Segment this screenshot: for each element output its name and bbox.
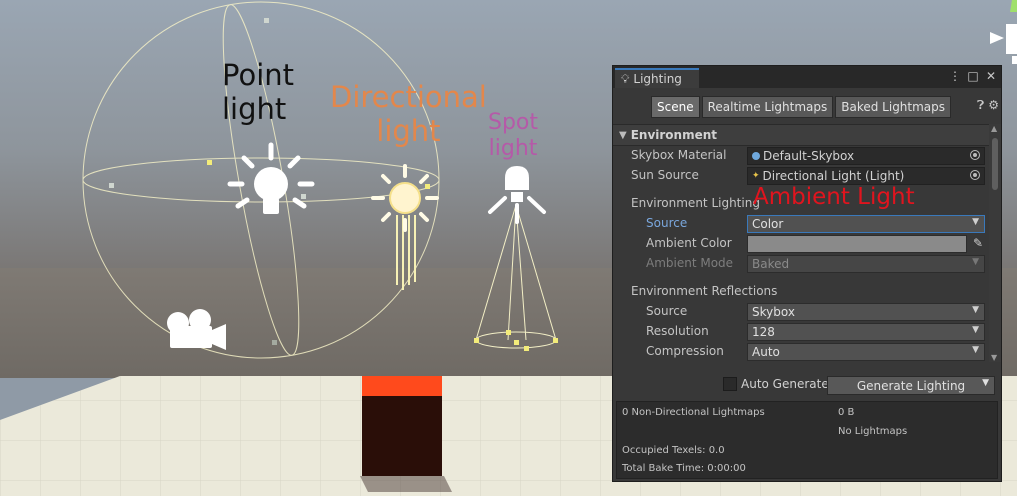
- compression-dropdown[interactable]: Auto ▼: [747, 343, 985, 361]
- environment-lighting-row: Environment Lighting Ambient Light: [613, 184, 989, 213]
- skybox-material-label: Skybox Material: [631, 148, 727, 162]
- compression-row: Compression Auto ▼: [613, 343, 989, 361]
- lighting-source-row: Source Color ▼: [613, 215, 989, 233]
- window-title: Lighting: [633, 72, 682, 86]
- resolution-label: Resolution: [646, 324, 709, 338]
- environment-section-label: Environment: [630, 128, 718, 142]
- point-annotation-line2: light: [222, 92, 287, 127]
- scroll-up-icon[interactable]: ▲: [991, 124, 997, 133]
- material-icon: [752, 152, 760, 160]
- environment-lighting-label: Environment Lighting: [631, 196, 760, 210]
- compression-value: Auto: [752, 345, 780, 359]
- point-annotation-line1: Point: [222, 58, 295, 92]
- directional-light-annotation: Directional light: [330, 80, 487, 148]
- chevron-down-icon: ▼: [972, 345, 979, 355]
- spot-annotation-line1: Spot: [488, 110, 539, 135]
- compression-label: Compression: [646, 344, 724, 358]
- skybox-material-value: Default-Skybox: [763, 149, 855, 163]
- lighting-window-tab[interactable]: 💡︎ Lighting: [615, 68, 699, 88]
- tab-realtime-lightmaps[interactable]: Realtime Lightmaps: [701, 96, 834, 118]
- floor-plane: [0, 376, 640, 496]
- ambient-light-annotation: Ambient Light: [753, 184, 915, 210]
- directional-annotation-line2: light: [376, 114, 441, 149]
- environment-section-header[interactable]: ▼ Environment: [613, 124, 989, 146]
- ambient-color-row: Ambient Color ✎: [613, 235, 989, 253]
- ambient-color-field[interactable]: [747, 235, 967, 253]
- directional-annotation-line1: Directional: [330, 80, 487, 114]
- skybox-material-field[interactable]: Default-Skybox: [747, 147, 985, 165]
- total-bake-time: Total Bake Time: 0:00:00: [622, 463, 746, 474]
- auto-generate-checkbox[interactable]: [723, 377, 737, 391]
- reflection-source-row: Source Skybox ▼: [613, 303, 989, 321]
- object-picker-icon[interactable]: [970, 150, 980, 160]
- reflection-source-label: Source: [646, 304, 688, 318]
- lighting-window: 💡︎ Lighting ⋮ □ ✕ Scene Realtime Lightma…: [612, 65, 1002, 482]
- sun-source-field[interactable]: ✦ Directional Light (Light): [747, 167, 985, 185]
- window-title-bar: 💡︎ Lighting ⋮ □ ✕: [613, 66, 1001, 88]
- point-light-annotation: Point light: [222, 58, 294, 126]
- resolution-value: 128: [752, 325, 775, 339]
- maximize-icon[interactable]: □: [967, 69, 979, 83]
- occupied-texels: Occupied Texels: 0.0: [622, 445, 725, 456]
- lighting-tabs: Scene Realtime Lightmaps Baked Lightmaps: [651, 96, 952, 118]
- reflection-source-dropdown[interactable]: Skybox ▼: [747, 303, 985, 321]
- gear-icon[interactable]: ⚙︎: [988, 98, 999, 113]
- eyedropper-icon[interactable]: ✎: [973, 236, 983, 250]
- chevron-down-icon: ▼: [972, 257, 979, 267]
- chevron-down-icon: ▼: [972, 217, 979, 227]
- resolution-row: Resolution 128 ▼: [613, 323, 989, 341]
- close-icon[interactable]: ✕: [985, 69, 997, 83]
- skybox-material-row: Skybox Material Default-Skybox: [613, 147, 989, 165]
- ambient-mode-dropdown: Baked ▼: [747, 255, 985, 273]
- ambient-mode-label: Ambient Mode: [646, 256, 734, 270]
- scroll-down-icon[interactable]: ▼: [991, 353, 997, 362]
- cube[interactable]: [360, 376, 452, 492]
- object-picker-icon[interactable]: [970, 170, 980, 180]
- ambient-mode-row: Ambient Mode Baked ▼: [613, 255, 989, 273]
- sun-source-label: Sun Source: [631, 168, 699, 182]
- lighting-source-dropdown[interactable]: Color ▼: [747, 215, 985, 233]
- no-lightmaps-text: No Lightmaps: [838, 426, 908, 437]
- lightmap-stats: 0 Non-Directional Lightmaps 0 B No Light…: [616, 401, 998, 479]
- spot-light-annotation: Spot light: [488, 110, 538, 162]
- lighting-source-label: Source: [646, 216, 688, 230]
- light-icon: ✦: [752, 171, 760, 181]
- lightmap-size: 0 B: [838, 407, 855, 418]
- tab-scene[interactable]: Scene: [651, 96, 700, 118]
- auto-generate-label: Auto Generate: [741, 377, 829, 391]
- ambient-color-label: Ambient Color: [646, 236, 732, 250]
- tab-baked-lightmaps[interactable]: Baked Lightmaps: [835, 96, 952, 118]
- generate-lighting-label: Generate Lighting: [856, 378, 966, 393]
- chevron-down-icon: ▼: [972, 325, 979, 335]
- environment-reflections-row: Environment Reflections: [613, 283, 989, 301]
- more-options-icon[interactable]: ⋮: [949, 69, 961, 83]
- reflection-source-value: Skybox: [752, 305, 795, 319]
- scrollbar-thumb[interactable]: [992, 138, 998, 190]
- resolution-dropdown[interactable]: 128 ▼: [747, 323, 985, 341]
- lightbulb-icon: 💡︎: [621, 71, 630, 86]
- foldout-expanded-icon: ▼: [619, 129, 627, 141]
- chevron-down-icon: ▼: [972, 305, 979, 315]
- inspector-scrollbar[interactable]: ▲ ▼: [989, 124, 1001, 362]
- sun-source-row: Sun Source ✦ Directional Light (Light): [613, 167, 989, 185]
- auto-generate-toggle[interactable]: Auto Generate: [723, 377, 829, 391]
- help-icon[interactable]: ❓︎: [977, 98, 984, 113]
- lighting-source-value: Color: [752, 217, 784, 231]
- spot-annotation-line2: light: [488, 135, 538, 161]
- chevron-down-icon[interactable]: ▼: [982, 378, 989, 388]
- sun-source-value: Directional Light (Light): [762, 169, 905, 183]
- generate-lighting-button[interactable]: Generate Lighting ▼: [827, 376, 995, 395]
- environment-reflections-label: Environment Reflections: [631, 284, 778, 298]
- ambient-mode-value: Baked: [752, 257, 790, 271]
- non-directional-count: 0 Non-Directional Lightmaps: [622, 407, 765, 418]
